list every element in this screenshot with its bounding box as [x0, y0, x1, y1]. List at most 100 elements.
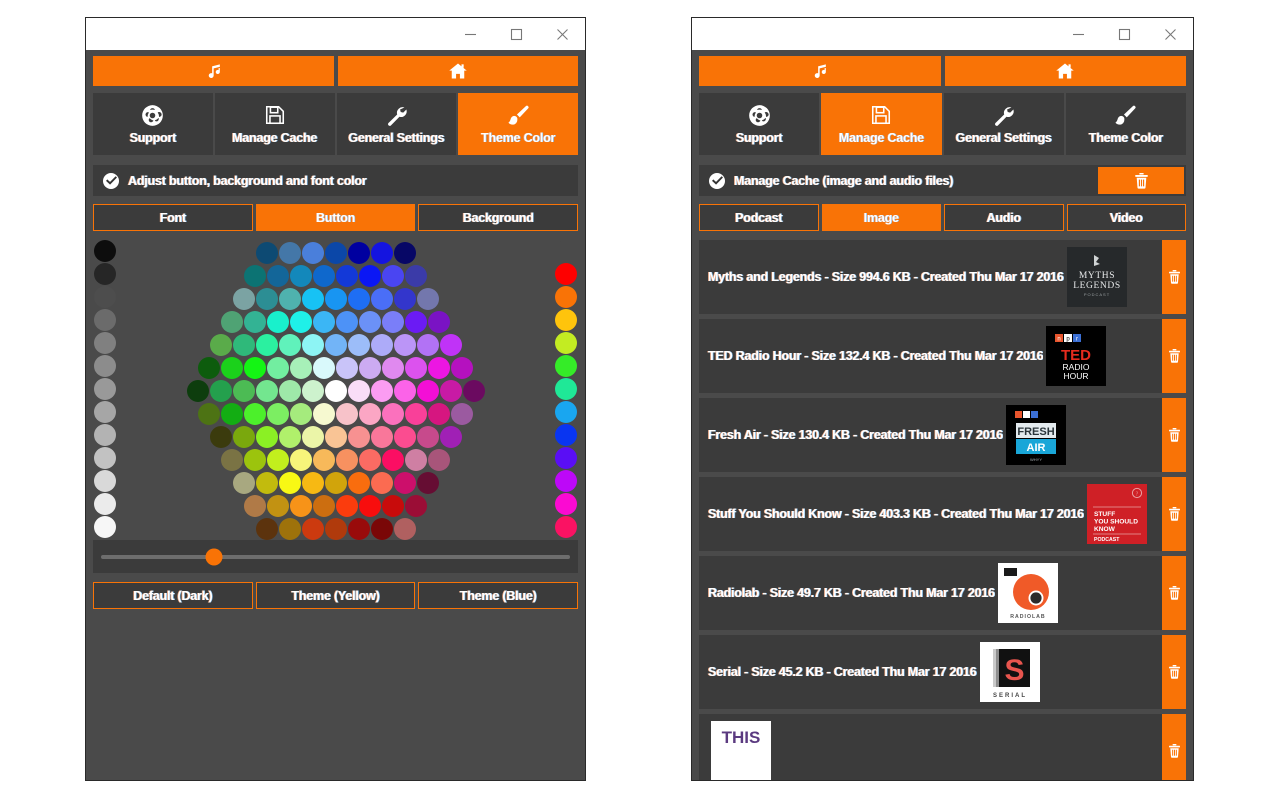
- hex-swatch-1-4[interactable]: [336, 265, 358, 287]
- hex-swatch-6-4[interactable]: [279, 380, 301, 402]
- accent-swatch-1[interactable]: [555, 263, 577, 285]
- accent-swatch-3[interactable]: [555, 309, 577, 331]
- slider-thumb[interactable]: [205, 548, 222, 565]
- hex-swatch-3-3[interactable]: [290, 311, 312, 333]
- hex-swatch-5-6[interactable]: [336, 357, 358, 379]
- hex-swatch-5-7[interactable]: [359, 357, 381, 379]
- hex-swatch-11-1[interactable]: [267, 495, 289, 517]
- tab-manage-cache[interactable]: Manage Cache: [821, 93, 941, 155]
- tab-manage-cache[interactable]: Manage Cache: [215, 93, 335, 155]
- hex-swatch-1-7[interactable]: [405, 265, 427, 287]
- grayscale-swatch-8[interactable]: [94, 424, 116, 446]
- hex-swatch-5-2[interactable]: [244, 357, 266, 379]
- hex-swatch-2-6[interactable]: [371, 288, 393, 310]
- hex-swatch-11-6[interactable]: [382, 495, 404, 517]
- hex-swatch-12-4[interactable]: [348, 518, 370, 540]
- minimize-button[interactable]: [1055, 18, 1101, 50]
- hex-swatch-4-2[interactable]: [256, 334, 278, 356]
- maximize-button[interactable]: [493, 18, 539, 50]
- hex-swatch-2-5[interactable]: [348, 288, 370, 310]
- hex-swatch-4-5[interactable]: [325, 334, 347, 356]
- hex-swatch-1-0[interactable]: [244, 265, 266, 287]
- hex-swatch-9-6[interactable]: [359, 449, 381, 471]
- grayscale-swatch-5[interactable]: [94, 355, 116, 377]
- hex-swatch-6-10[interactable]: [417, 380, 439, 402]
- hex-swatch-9-7[interactable]: [382, 449, 404, 471]
- media-tab-podcast[interactable]: Podcast: [699, 204, 819, 231]
- hex-swatch-6-9[interactable]: [394, 380, 416, 402]
- hex-swatch-0-6[interactable]: [394, 242, 416, 264]
- hex-swatch-10-6[interactable]: [371, 472, 393, 494]
- close-button[interactable]: [539, 18, 585, 50]
- hex-swatch-8-8[interactable]: [394, 426, 416, 448]
- hex-swatch-0-5[interactable]: [371, 242, 393, 264]
- media-tab-image[interactable]: Image: [822, 204, 942, 231]
- hex-swatch-8-3[interactable]: [279, 426, 301, 448]
- hex-swatch-3-8[interactable]: [405, 311, 427, 333]
- cache-list[interactable]: Myths and Legends - Size 994.6 KB - Crea…: [699, 240, 1186, 780]
- target-tab-font[interactable]: Font: [93, 204, 253, 231]
- close-button[interactable]: [1147, 18, 1193, 50]
- cache-row[interactable]: Fresh Air - Size 130.4 KB - Created Thu …: [699, 398, 1186, 472]
- grayscale-swatch-10[interactable]: [94, 470, 116, 492]
- grayscale-swatch-0[interactable]: [94, 240, 116, 262]
- hex-swatch-2-1[interactable]: [256, 288, 278, 310]
- grayscale-swatch-11[interactable]: [94, 493, 116, 515]
- hex-swatch-0-1[interactable]: [279, 242, 301, 264]
- delete-cache-item-button[interactable]: [1162, 240, 1186, 314]
- hex-swatch-11-0[interactable]: [244, 495, 266, 517]
- cache-row-body[interactable]: Fresh Air - Size 130.4 KB - Created Thu …: [699, 398, 1162, 472]
- cache-row[interactable]: THIS: [699, 714, 1186, 780]
- hex-swatch-6-5[interactable]: [302, 380, 324, 402]
- accent-swatch-2[interactable]: [555, 286, 577, 308]
- home-tab[interactable]: [338, 56, 579, 86]
- hex-swatch-8-9[interactable]: [417, 426, 439, 448]
- accent-swatch-8[interactable]: [555, 424, 577, 446]
- hex-swatch-2-3[interactable]: [302, 288, 324, 310]
- hex-swatch-5-9[interactable]: [405, 357, 427, 379]
- hex-swatch-2-0[interactable]: [233, 288, 255, 310]
- cache-row[interactable]: Stuff You Should Know - Size 403.3 KB - …: [699, 477, 1186, 551]
- hex-swatch-9-4[interactable]: [313, 449, 335, 471]
- hex-swatch-7-8[interactable]: [382, 403, 404, 425]
- preset-default-dark[interactable]: Default (Dark): [93, 582, 253, 609]
- hex-swatch-7-0[interactable]: [198, 403, 220, 425]
- hex-swatch-10-8[interactable]: [417, 472, 439, 494]
- hex-swatch-5-3[interactable]: [267, 357, 289, 379]
- hex-swatch-6-1[interactable]: [210, 380, 232, 402]
- cache-row-body[interactable]: Serial - Size 45.2 KB - Created Thu Mar …: [699, 635, 1162, 709]
- hex-swatch-2-2[interactable]: [279, 288, 301, 310]
- hex-swatch-7-11[interactable]: [451, 403, 473, 425]
- cache-row-body[interactable]: Radiolab - Size 49.7 KB - Created Thu Ma…: [699, 556, 1162, 630]
- hex-swatch-5-4[interactable]: [290, 357, 312, 379]
- grayscale-swatch-9[interactable]: [94, 447, 116, 469]
- hex-swatch-0-2[interactable]: [302, 242, 324, 264]
- hex-swatch-11-4[interactable]: [336, 495, 358, 517]
- hex-swatch-4-10[interactable]: [440, 334, 462, 356]
- preset-theme-blue[interactable]: Theme (Blue): [418, 582, 578, 609]
- hex-swatch-5-8[interactable]: [382, 357, 404, 379]
- hex-swatch-11-2[interactable]: [290, 495, 312, 517]
- maximize-button[interactable]: [1101, 18, 1147, 50]
- cache-row[interactable]: Myths and Legends - Size 994.6 KB - Crea…: [699, 240, 1186, 314]
- hex-swatch-2-8[interactable]: [417, 288, 439, 310]
- hex-swatch-4-7[interactable]: [371, 334, 393, 356]
- delete-cache-item-button[interactable]: [1162, 398, 1186, 472]
- hex-swatch-12-3[interactable]: [325, 518, 347, 540]
- tab-general-settings[interactable]: General Settings: [944, 93, 1064, 155]
- hex-swatch-7-5[interactable]: [313, 403, 335, 425]
- accent-swatch-6[interactable]: [555, 378, 577, 400]
- hex-swatch-10-3[interactable]: [302, 472, 324, 494]
- hex-swatch-12-6[interactable]: [394, 518, 416, 540]
- slider-track[interactable]: [101, 555, 570, 559]
- hex-swatch-9-3[interactable]: [290, 449, 312, 471]
- hex-swatch-0-3[interactable]: [325, 242, 347, 264]
- hex-swatch-3-5[interactable]: [336, 311, 358, 333]
- delete-cache-item-button[interactable]: [1162, 556, 1186, 630]
- hex-swatch-9-5[interactable]: [336, 449, 358, 471]
- hex-swatch-8-1[interactable]: [233, 426, 255, 448]
- hex-swatch-9-9[interactable]: [428, 449, 450, 471]
- grayscale-swatch-4[interactable]: [94, 332, 116, 354]
- hex-swatch-9-8[interactable]: [405, 449, 427, 471]
- tab-support[interactable]: Support: [93, 93, 213, 155]
